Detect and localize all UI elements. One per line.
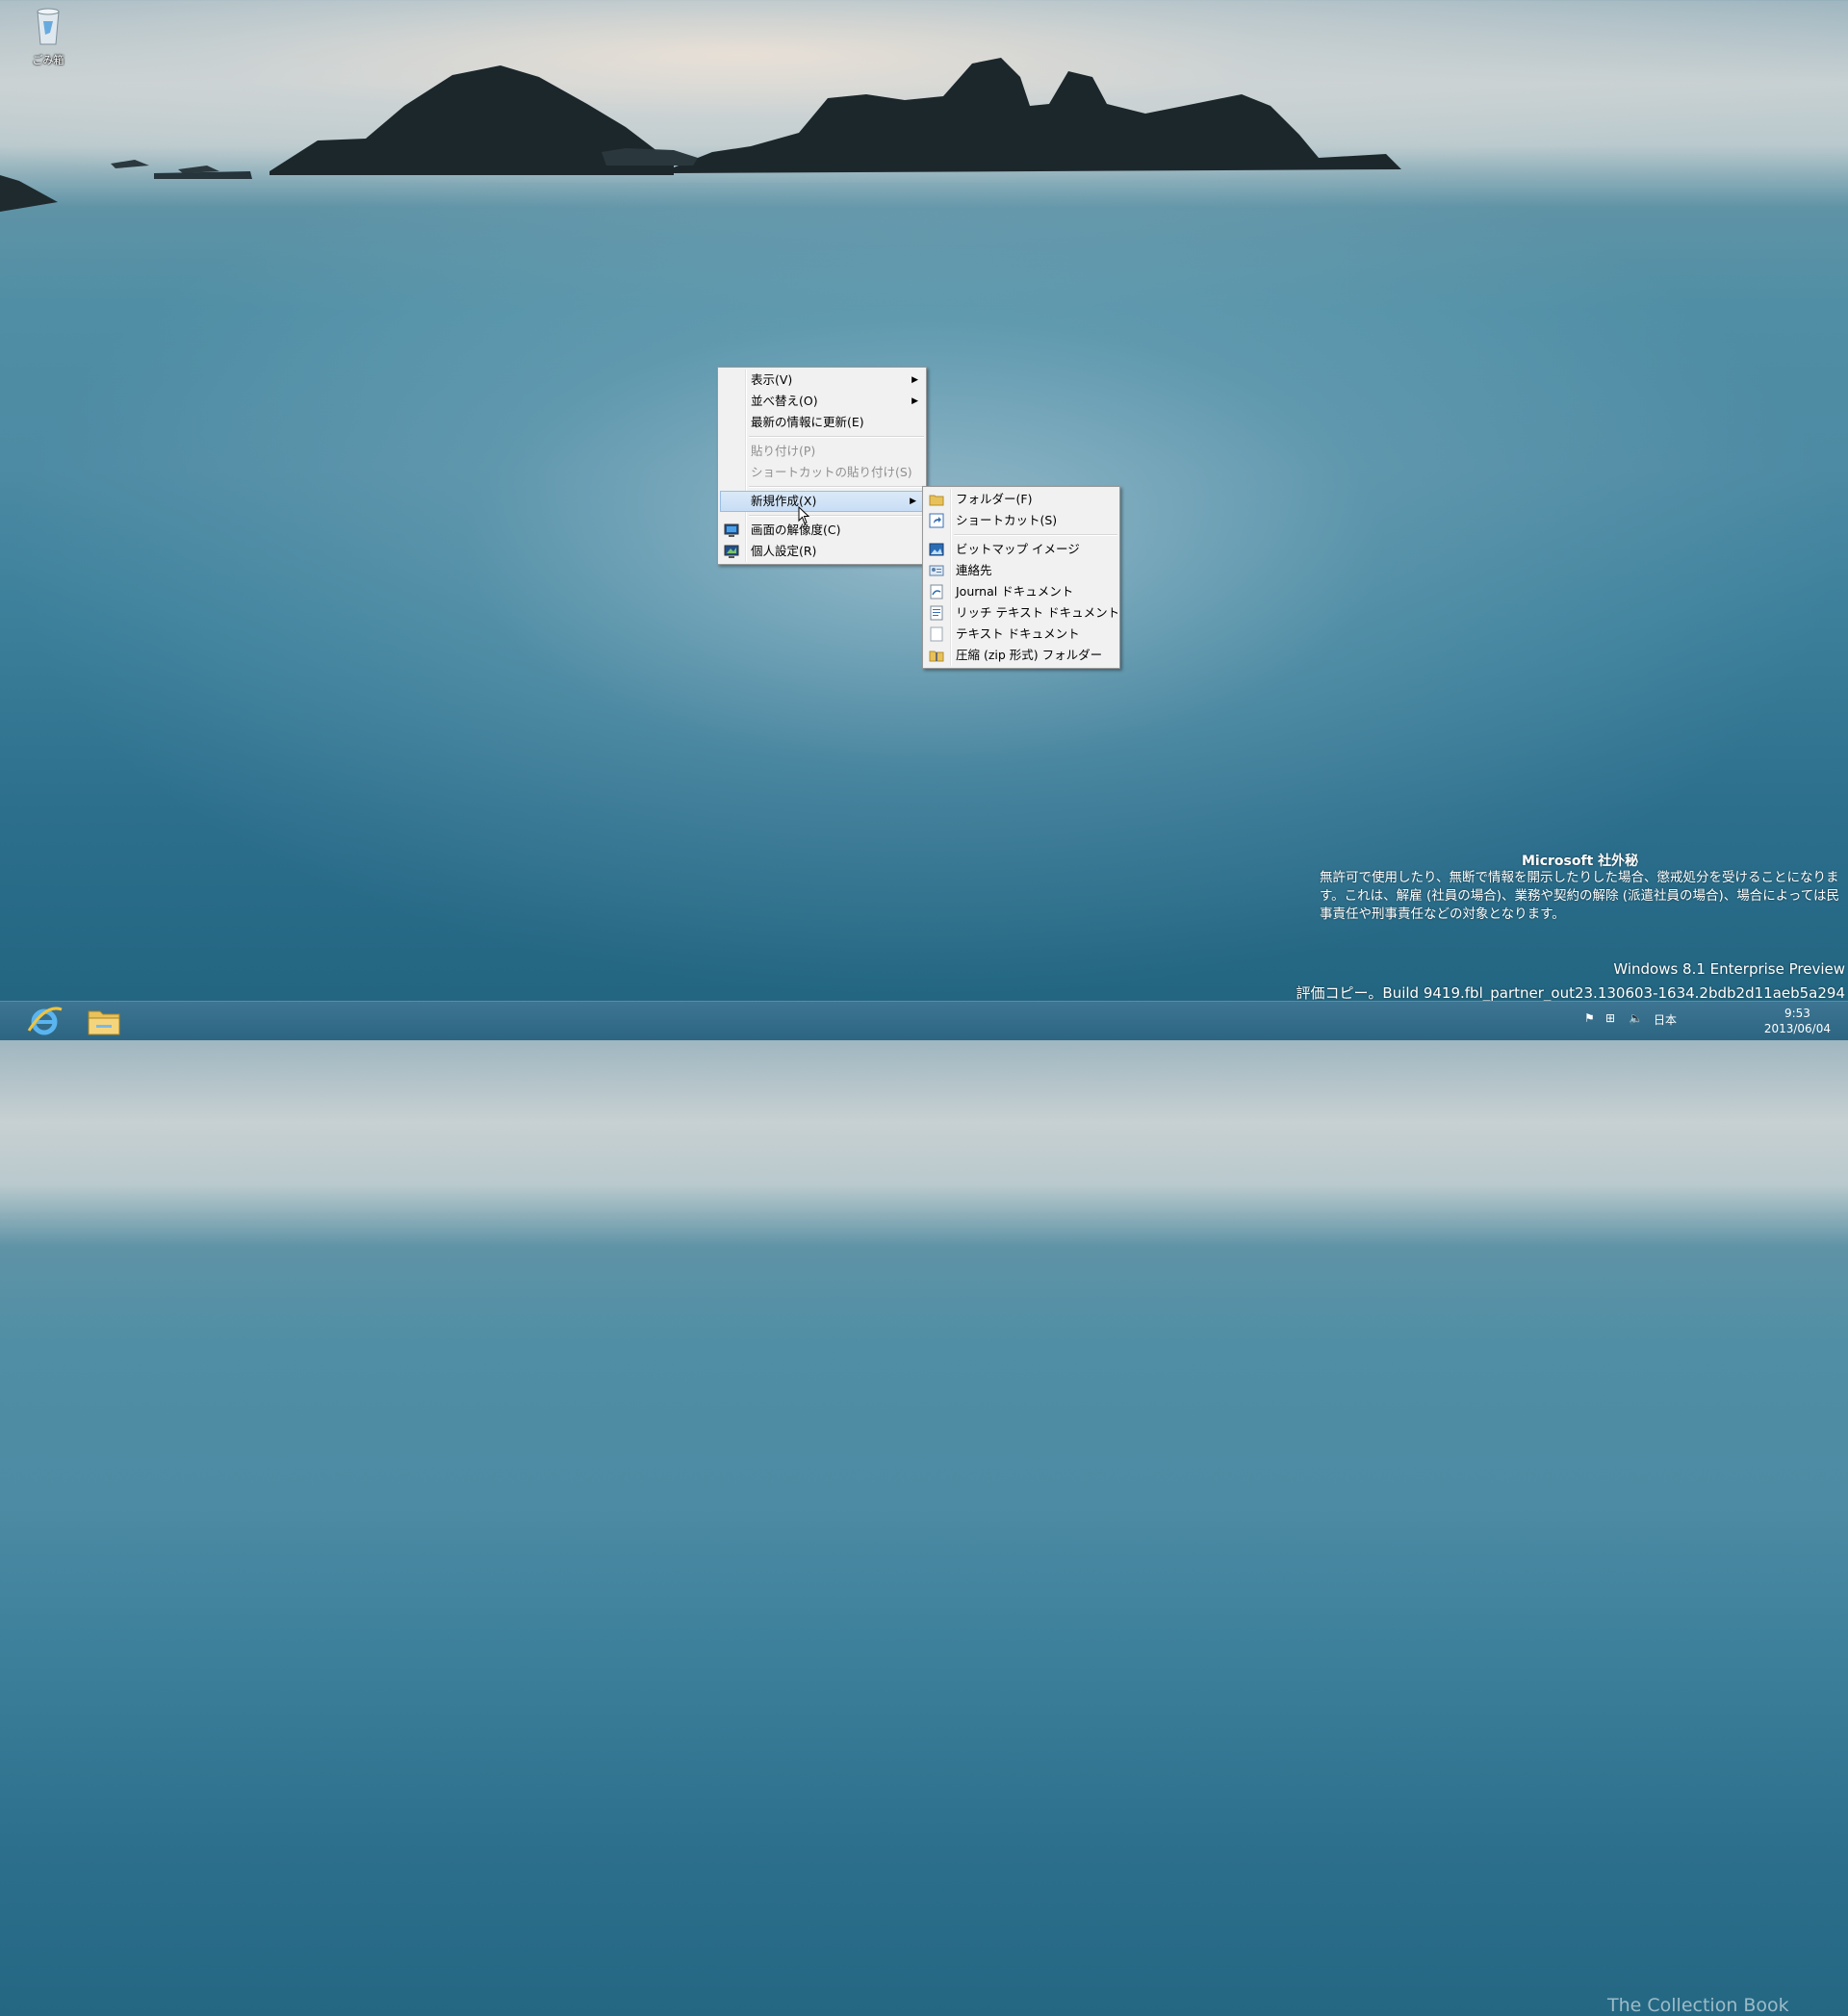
menu-item-new-shortcut[interactable]: ショートカット(S) — [923, 510, 1119, 531]
menu-item-label: フォルダー(F) — [956, 492, 1033, 506]
text-document-icon — [930, 626, 943, 642]
desktop[interactable]: ごみ箱 表示(V) ▶ 並べ替え(O) ▶ 最新の情報に更新(E) 貼り付け(P… — [0, 0, 1848, 1001]
menu-separator — [749, 515, 924, 517]
submenu-arrow-icon: ▶ — [910, 497, 916, 506]
menu-item-label: ショートカット(S) — [956, 513, 1058, 527]
menu-item-label: 連絡先 — [956, 563, 992, 577]
menu-item-new-journal[interactable]: Journal ドキュメント — [923, 581, 1119, 602]
brand-watermark: The Collection Book — [1607, 1995, 1789, 2016]
new-submenu: フォルダー(F) ショートカット(S) ビットマップ イメージ 連絡先 Jour… — [922, 486, 1120, 669]
menu-item-personalize[interactable]: 個人設定(R) — [718, 541, 926, 562]
journal-document-icon — [930, 584, 943, 600]
clock-time: 9:53 — [1784, 1007, 1810, 1020]
menu-item-view[interactable]: 表示(V) ▶ — [718, 370, 926, 391]
clock[interactable]: 9:53 2013/06/04 — [1764, 1006, 1831, 1036]
menu-item-new-folder[interactable]: フォルダー(F) — [923, 489, 1119, 510]
menu-item-sort[interactable]: 並べ替え(O) ▶ — [718, 391, 926, 412]
menu-item-label: 画面の解像度(C) — [751, 523, 841, 537]
menu-item-label: Journal ドキュメント — [956, 584, 1074, 599]
recycle-bin-icon[interactable]: ごみ箱 — [21, 6, 75, 67]
bitmap-image-icon — [929, 543, 944, 556]
submenu-arrow-icon: ▶ — [911, 375, 918, 385]
menu-item-new-rich-text[interactable]: リッチ テキスト ドキュメント — [923, 602, 1119, 624]
menu-item-label: ショートカットの貼り付け(S) — [751, 465, 912, 479]
menu-separator — [749, 486, 924, 488]
zip-folder-icon — [929, 651, 944, 662]
rich-text-document-icon — [930, 605, 943, 621]
folder-icon — [929, 495, 944, 506]
taskbar-explorer-button[interactable] — [77, 1004, 131, 1038]
menu-item-new-bitmap[interactable]: ビットマップ イメージ — [923, 539, 1119, 560]
windows-edition: Windows 8.1 Enterprise Preview — [1613, 960, 1845, 978]
menu-separator — [954, 534, 1117, 536]
menu-item-label: 圧縮 (zip 形式) フォルダー — [956, 648, 1103, 662]
volume-icon[interactable]: 🔈 — [1629, 1011, 1643, 1025]
menu-item-paste-shortcut[interactable]: ショートカットの貼り付け(S) — [718, 462, 926, 483]
flag-icon[interactable]: ⚑ — [1584, 1011, 1595, 1025]
recycle-bin-label: ごみ箱 — [32, 54, 64, 66]
taskbar-ie-button[interactable] — [17, 1004, 71, 1038]
submenu-arrow-icon: ▶ — [911, 396, 918, 406]
taskbar: The Collection Book ⚑ ⊞ 🔈 日本 9:53 2013/0… — [0, 1001, 1848, 2016]
menu-separator — [749, 436, 924, 438]
rock-silhouettes — [0, 58, 1401, 212]
menu-item-label: 個人設定(R) — [751, 544, 817, 558]
watermark-title: Microsoft 社外秘 — [1522, 854, 1639, 869]
clock-date: 2013/06/04 — [1763, 1022, 1831, 1035]
file-explorer-icon — [88, 1010, 120, 1035]
contact-card-icon — [929, 565, 944, 576]
network-icon[interactable]: ⊞ — [1605, 1011, 1615, 1025]
menu-item-label: ビットマップ イメージ — [956, 542, 1080, 556]
menu-item-paste[interactable]: 貼り付け(P) — [718, 441, 926, 462]
menu-item-new-zip-folder[interactable]: 圧縮 (zip 形式) フォルダー — [923, 645, 1119, 666]
desktop-context-menu: 表示(V) ▶ 並べ替え(O) ▶ 最新の情報に更新(E) 貼り付け(P) ショ… — [717, 367, 927, 565]
build-string: 評価コピー。Build 9419.fbl_partner_out23.13060… — [1296, 984, 1845, 1001]
menu-item-label: 表示(V) — [751, 372, 793, 387]
mouse-cursor-icon — [798, 506, 810, 524]
menu-item-screen-resolution[interactable]: 画面の解像度(C) — [718, 520, 926, 541]
menu-item-refresh[interactable]: 最新の情報に更新(E) — [718, 412, 926, 433]
menu-item-label: 並べ替え(O) — [751, 394, 818, 408]
personalize-icon — [724, 545, 739, 558]
menu-item-label: 貼り付け(P) — [751, 444, 816, 458]
menu-item-label: リッチ テキスト ドキュメント — [956, 605, 1120, 620]
shortcut-icon — [929, 513, 944, 528]
watermark-body: 無許可で使用したり、無断で情報を開示したりした場合、懲戒処分を受けることになりま… — [1320, 870, 1839, 922]
menu-item-new-text[interactable]: テキスト ドキュメント — [923, 624, 1119, 645]
input-language[interactable]: 日本 — [1654, 1011, 1677, 1028]
internet-explorer-icon — [27, 1007, 63, 1035]
menu-item-label: テキスト ドキュメント — [956, 626, 1080, 641]
menu-item-new[interactable]: 新規作成(X) ▶ — [720, 491, 924, 512]
menu-item-new-contact[interactable]: 連絡先 — [923, 560, 1119, 581]
monitor-icon — [724, 523, 739, 537]
system-tray: ⚑ ⊞ 🔈 日本 9:53 2013/06/04 — [1578, 1002, 1848, 1040]
trash-icon — [37, 8, 60, 45]
menu-item-label: 最新の情報に更新(E) — [751, 415, 864, 429]
